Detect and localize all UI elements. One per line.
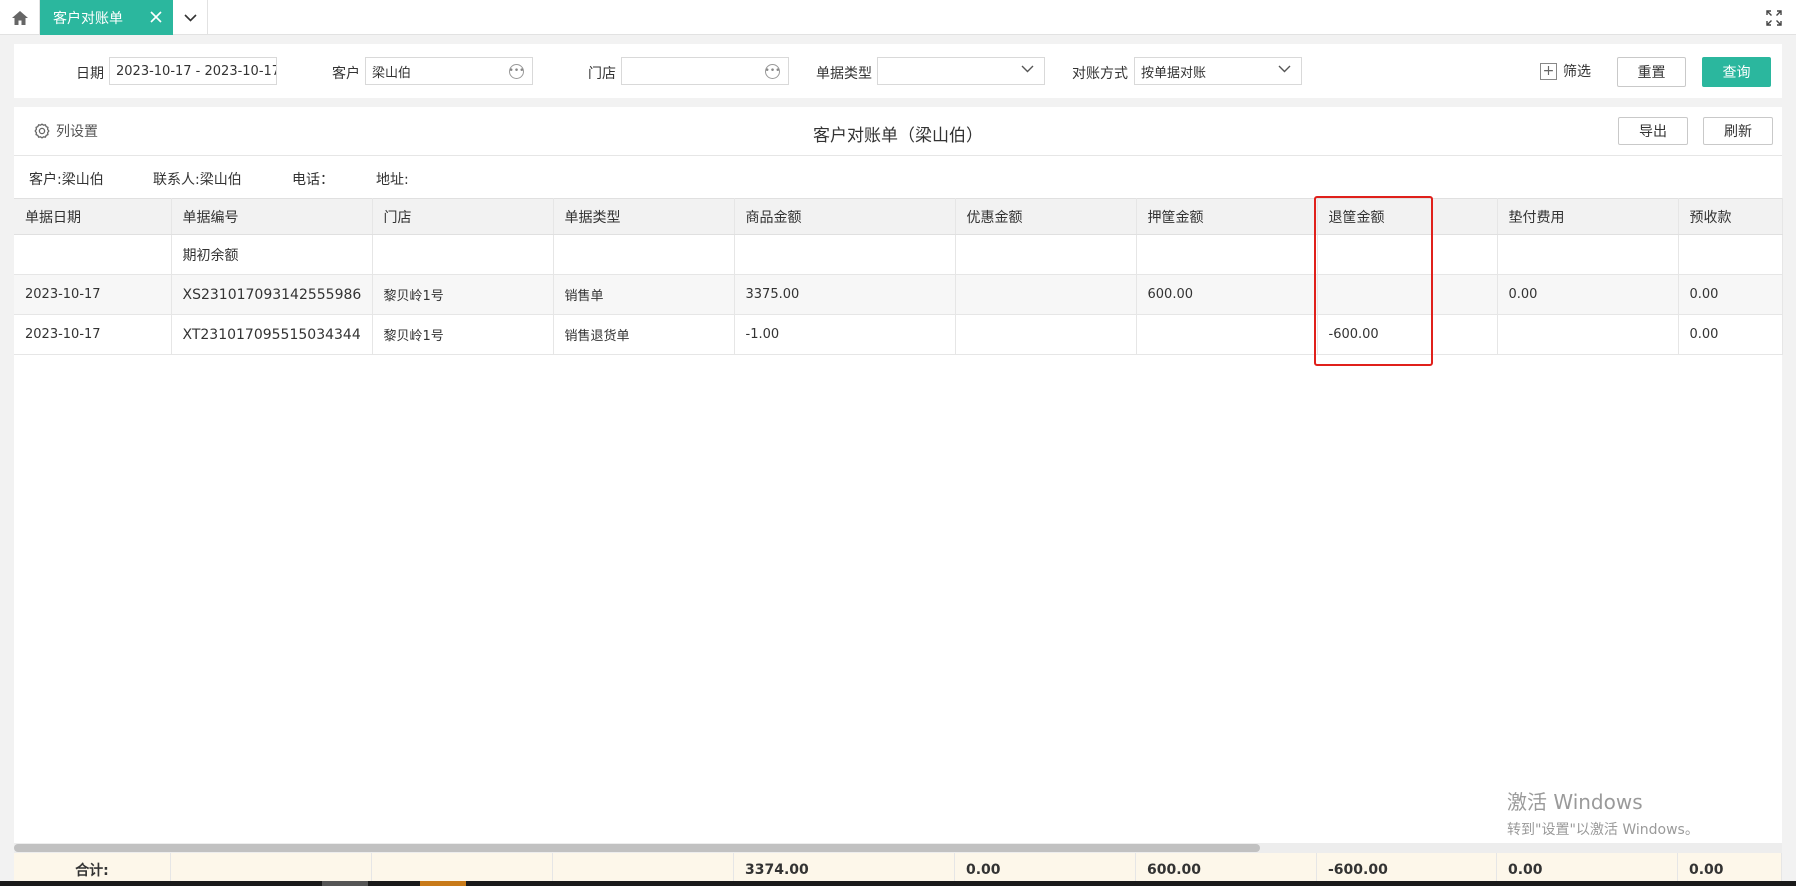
chevron-down-icon bbox=[1278, 65, 1291, 73]
info-customer: 客户:梁山伯 bbox=[29, 172, 104, 188]
table-cell bbox=[955, 274, 1137, 315]
refresh-button[interactable]: 刷新 bbox=[1703, 117, 1773, 145]
table-cell: XT231017095515034344 bbox=[171, 314, 373, 355]
header-divider bbox=[14, 155, 1782, 156]
watermark-title: 激活 Windows bbox=[1507, 790, 1643, 814]
table-cell bbox=[1136, 314, 1318, 355]
table-cell: 3375.00 bbox=[734, 274, 956, 315]
table-cell: 0.00 bbox=[1497, 274, 1679, 315]
horizontal-scrollbar[interactable] bbox=[14, 843, 1782, 853]
chevron-down-icon bbox=[1021, 65, 1034, 73]
table-row[interactable]: 2023-10-17 XS231017093142555986 黎贝岭1号 销售… bbox=[14, 274, 1783, 315]
col-header-basket-deposit[interactable]: 押筐金额 bbox=[1136, 198, 1318, 235]
table-cell: 2023-10-17 bbox=[14, 314, 172, 355]
date-range-input[interactable]: 2023-10-17 - 2023-10-17 bbox=[109, 57, 277, 85]
doc-type-select[interactable] bbox=[877, 57, 1045, 85]
filter-toggle-label: 筛选 bbox=[1563, 64, 1591, 80]
recon-method-value: 按单据对账 bbox=[1141, 65, 1207, 81]
table-header-row: 单据日期 单据编号 门店 单据类型 商品金额 优惠金额 押筐金额 退筐金额 垫付… bbox=[14, 198, 1783, 235]
close-icon bbox=[150, 11, 162, 23]
table-cell bbox=[1317, 234, 1498, 275]
table-cell: 黎贝岭1号 bbox=[372, 274, 554, 315]
recon-method-label: 对账方式 bbox=[1072, 66, 1128, 82]
tab-bar: 客户对账单 bbox=[0, 0, 1796, 35]
table-row[interactable]: 期初余额 bbox=[14, 234, 1783, 275]
table-cell: 黎贝岭1号 bbox=[372, 314, 554, 355]
scrollbar-thumb[interactable] bbox=[14, 844, 1260, 852]
home-icon bbox=[11, 10, 28, 25]
table-cell: -1.00 bbox=[734, 314, 956, 355]
taskbar-item[interactable] bbox=[420, 881, 466, 886]
statement-table: 单据日期 单据编号 门店 单据类型 商品金额 优惠金额 押筐金额 退筐金额 垫付… bbox=[14, 198, 1783, 355]
table-cell bbox=[372, 234, 554, 275]
tab-label: 客户对账单 bbox=[53, 10, 123, 27]
table-cell: 600.00 bbox=[1136, 274, 1318, 315]
more-icon[interactable]: ••• bbox=[509, 64, 524, 79]
taskbar-item[interactable] bbox=[322, 881, 368, 886]
taskbar bbox=[0, 881, 1796, 886]
col-header-discount-amount[interactable]: 优惠金额 bbox=[955, 198, 1137, 235]
col-header-doc-type[interactable]: 单据类型 bbox=[553, 198, 735, 235]
table-cell bbox=[955, 314, 1137, 355]
info-address: 地址: bbox=[376, 172, 409, 188]
col-header-doc-number[interactable]: 单据编号 bbox=[171, 198, 373, 235]
table-cell bbox=[1497, 314, 1679, 355]
info-phone: 电话： bbox=[292, 172, 334, 188]
col-header-basket-refund[interactable]: 退筐金额 bbox=[1317, 198, 1498, 235]
table-cell: 0.00 bbox=[1678, 274, 1783, 315]
tab-more-button[interactable] bbox=[173, 0, 208, 35]
report-panel: 列设置 客户对账单（梁山伯） 导出 刷新 客户:梁山伯 联系人:梁山伯 电话： … bbox=[14, 107, 1783, 886]
table-cell: XS231017093142555986 bbox=[171, 274, 373, 315]
date-label: 日期 bbox=[76, 66, 104, 82]
table-cell: 2023-10-17 bbox=[14, 274, 172, 315]
col-header-goods-amount[interactable]: 商品金额 bbox=[734, 198, 956, 235]
doc-type-label: 单据类型 bbox=[816, 66, 872, 82]
store-label: 门店 bbox=[588, 66, 616, 82]
table-cell: 期初余额 bbox=[171, 234, 373, 275]
table-cell bbox=[1136, 234, 1318, 275]
table-cell: 销售退货单 bbox=[553, 314, 735, 355]
customer-label: 客户 bbox=[332, 66, 360, 82]
filter-toggle[interactable]: + 筛选 bbox=[1540, 61, 1591, 81]
tab-customer-statement[interactable]: 客户对账单 bbox=[40, 0, 173, 35]
tab-close-button[interactable] bbox=[147, 8, 165, 26]
table-cell bbox=[1317, 274, 1498, 315]
fullscreen-button[interactable] bbox=[1764, 8, 1784, 28]
home-button[interactable] bbox=[0, 0, 40, 35]
reset-button[interactable]: 重置 bbox=[1617, 57, 1686, 87]
chevron-down-icon bbox=[183, 13, 197, 22]
col-header-prepayment[interactable]: 预收款 bbox=[1678, 198, 1783, 235]
fullscreen-icon bbox=[1766, 10, 1782, 26]
plus-icon: + bbox=[1540, 62, 1557, 80]
customer-input[interactable]: 梁山伯 ••• bbox=[365, 57, 533, 85]
more-icon[interactable]: ••• bbox=[765, 64, 780, 79]
table-cell: 0.00 bbox=[1678, 314, 1783, 355]
col-header-store[interactable]: 门店 bbox=[372, 198, 554, 235]
table-cell: -600.00 bbox=[1317, 314, 1498, 355]
table-cell bbox=[14, 234, 172, 275]
report-title: 客户对账单（梁山伯） bbox=[813, 126, 983, 146]
info-contact: 联系人:梁山伯 bbox=[153, 172, 242, 188]
export-button[interactable]: 导出 bbox=[1618, 117, 1688, 145]
table-cell bbox=[1678, 234, 1783, 275]
query-button[interactable]: 查询 bbox=[1702, 57, 1771, 87]
table-cell: 销售单 bbox=[553, 274, 735, 315]
table-cell bbox=[553, 234, 735, 275]
table-row[interactable]: 2023-10-17 XT231017095515034344 黎贝岭1号 销售… bbox=[14, 314, 1783, 355]
table-cell bbox=[1497, 234, 1679, 275]
table-cell bbox=[734, 234, 956, 275]
store-input[interactable]: ••• bbox=[621, 57, 789, 85]
col-header-doc-date[interactable]: 单据日期 bbox=[14, 198, 172, 235]
filter-panel: 日期 2023-10-17 - 2023-10-17 客户 梁山伯 ••• 门店… bbox=[14, 44, 1782, 98]
recon-method-select[interactable]: 按单据对账 bbox=[1134, 57, 1302, 85]
customer-value: 梁山伯 bbox=[372, 65, 412, 81]
col-header-advance-fee[interactable]: 垫付费用 bbox=[1497, 198, 1679, 235]
table-cell bbox=[955, 234, 1137, 275]
watermark-subtitle: 转到"设置"以激活 Windows。 bbox=[1507, 822, 1699, 838]
windows-activation-watermark: 激活 Windows 转到"设置"以激活 Windows。 bbox=[1507, 786, 1699, 839]
date-range-value: 2023-10-17 - 2023-10-17 bbox=[116, 63, 277, 79]
